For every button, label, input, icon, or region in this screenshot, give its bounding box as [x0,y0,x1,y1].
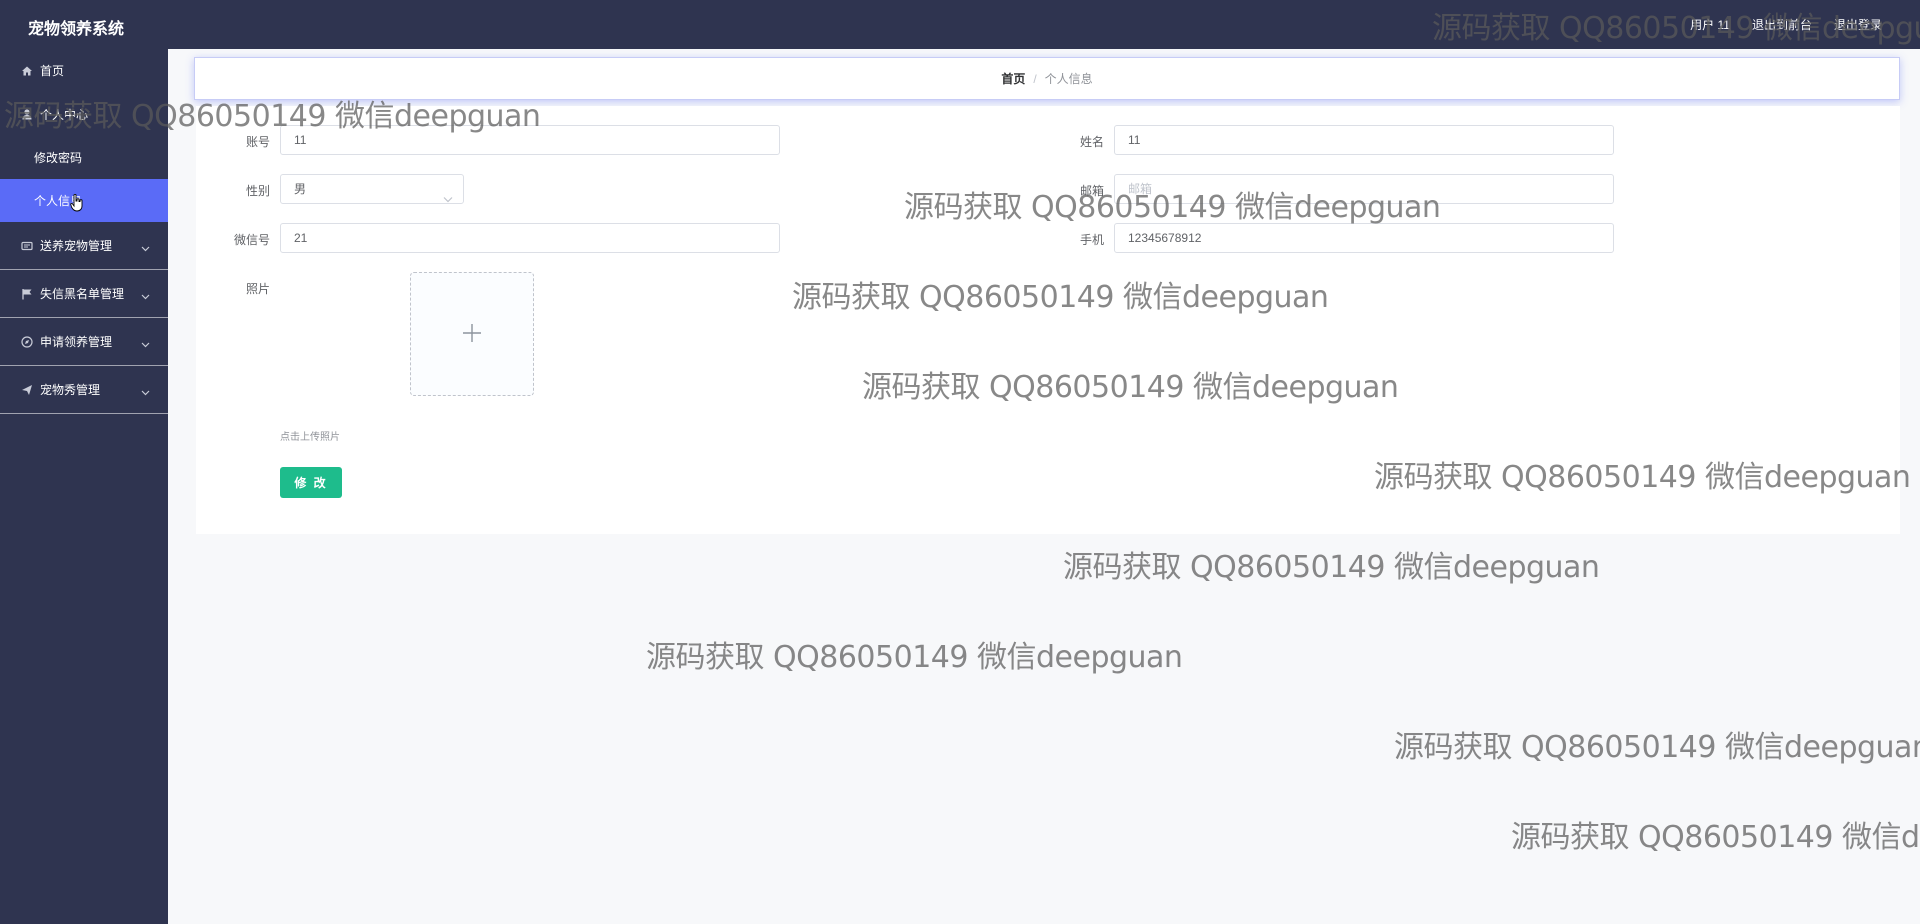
name-input[interactable]: 11 [1114,125,1614,155]
sidebar-item-pet-show[interactable]: 宠物秀管理 [0,366,168,414]
flag-icon [20,287,34,301]
sidebar-item-label: 个人中心 [40,107,89,122]
sidebar-item-change-password[interactable]: 修改密码 [0,136,168,179]
sidebar-item-adoption-apply[interactable]: 申请领养管理 [0,318,168,366]
watermark: 源码获取 QQ86050149 微信deepguan [646,640,1183,675]
sidebar-item-label: 失信黑名单管理 [40,287,125,301]
photo-uploader[interactable] [410,272,534,396]
chevron-down-icon [141,289,150,303]
breadcrumb-home[interactable]: 首页 [1001,70,1025,87]
email-label: 邮箱 [1079,184,1104,198]
pointer-cursor-icon [70,193,84,215]
sidebar-item-personal-info[interactable]: 个人信息 [0,179,168,222]
sidebar-item-personal-center[interactable]: 个人中心 [0,92,168,136]
wechat-label: 微信号 [233,233,270,247]
sidebar-item-label: 宠物秀管理 [40,383,101,397]
user-label: 用户 11 [1690,18,1730,32]
sidebar-item-blacklist[interactable]: 失信黑名单管理 [0,270,168,318]
card-icon [20,239,34,253]
photo-label: 照片 [245,282,270,296]
breadcrumb: 首页 / 个人信息 [194,57,1900,100]
account-label: 账号 [245,135,270,149]
breadcrumb-separator: / [1033,71,1037,86]
gender-label: 性别 [245,184,270,198]
home-icon [20,64,34,78]
logout-link[interactable]: 退出登录 [1834,16,1882,33]
email-input[interactable]: 邮箱 [1114,174,1614,204]
gender-select[interactable]: 男 [280,174,464,204]
sidebar-item-label: 申请领养管理 [40,335,113,349]
sidebar: 首页 个人中心 修改密码 个人信息 送养宠物管理 失信黑名单管理 申请领养管理 [0,49,168,924]
sidebar-item-label: 送养宠物管理 [40,239,113,253]
sidebar-item-label: 首页 [40,64,65,78]
chevron-down-icon [141,385,150,399]
name-label: 姓名 [1079,135,1104,149]
chevron-down-icon [443,185,453,213]
user-icon [20,107,34,121]
account-input[interactable]: 11 [280,125,780,155]
watermark: 源码获取 QQ86050149 微信deepguan [1394,730,1920,765]
top-header: 宠物领养系统 用户 11 退出到前台 退出登录 [0,0,1920,49]
sidebar-item-pet-giveaway[interactable]: 送养宠物管理 [0,222,168,270]
submit-button[interactable]: 修 改 [280,467,342,498]
compass-icon [20,335,34,349]
sidebar-item-home[interactable]: 首页 [0,49,168,92]
gender-selected-value: 男 [294,182,307,196]
upload-tip: 点击上传照片 [280,432,340,443]
breadcrumb-current: 个人信息 [1044,72,1093,86]
phone-label: 手机 [1079,233,1104,247]
app-title: 宠物领养系统 [28,21,125,38]
front-link[interactable]: 退出到前台 [1752,16,1812,33]
plus-icon [461,322,483,347]
watermark: 源码获取 QQ86050149 微信deepguan [1511,820,1920,855]
watermark: 源码获取 QQ86050149 微信deepguan [1063,550,1600,585]
send-icon [20,383,34,397]
personal-info-form: 账号 11 姓名 11 性别 男 邮箱 邮箱 微信号 21 手机 1234567… [196,106,1900,534]
wechat-input[interactable]: 21 [280,223,780,253]
header-links: 用户 11 退出到前台 退出登录 [1690,16,1882,33]
chevron-down-icon [141,337,150,351]
phone-input[interactable]: 12345678912 [1114,223,1614,253]
chevron-down-icon [141,241,150,255]
